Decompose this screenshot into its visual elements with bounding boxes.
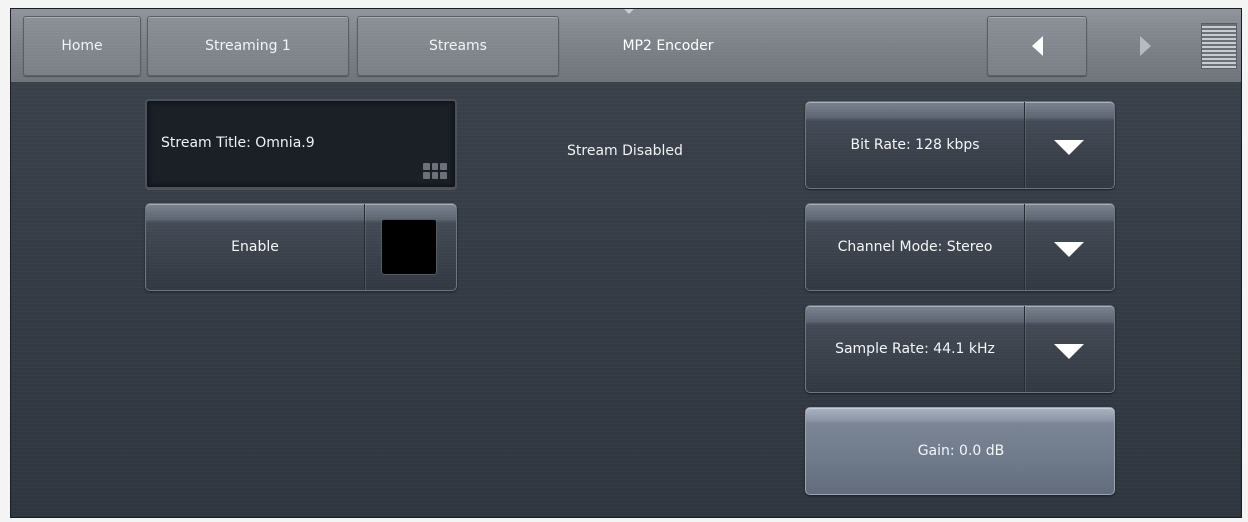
keypad-icon <box>423 163 447 179</box>
encoder-panel: Stream Title: Omnia.9 Enable Stream Disa… <box>11 83 1241 517</box>
triangle-down-icon <box>1054 344 1084 359</box>
arrow-left-icon <box>1031 36 1043 56</box>
stream-status-text: Stream Disabled <box>567 143 683 159</box>
nav-streams-label: Streams <box>429 38 487 54</box>
triangle-down-icon <box>1054 242 1084 257</box>
sample-rate-divider <box>1024 306 1025 392</box>
nav-streaming-label: Streaming 1 <box>205 38 291 54</box>
bit-rate-dropdown[interactable]: Bit Rate: 128 kbps <box>805 101 1115 189</box>
stream-title-field[interactable]: Stream Title: Omnia.9 <box>145 99 457 189</box>
sample-rate-dropdown[interactable]: Sample Rate: 44.1 kHz <box>805 305 1115 393</box>
enable-label: Enable <box>231 239 279 255</box>
enable-button[interactable]: Enable <box>145 203 457 291</box>
enable-checkbox[interactable] <box>381 219 437 275</box>
sample-rate-label: Sample Rate: 44.1 kHz <box>835 341 995 357</box>
menu-lines-icon[interactable] <box>1201 23 1237 69</box>
nav-home-label: Home <box>61 38 103 54</box>
nav-streams-button[interactable]: Streams <box>357 16 559 76</box>
bit-rate-label: Bit Rate: 128 kbps <box>850 137 980 153</box>
channel-mode-divider <box>1024 204 1025 290</box>
nav-home-button[interactable]: Home <box>23 16 141 76</box>
nav-current-label: MP2 Encoder <box>622 38 714 54</box>
bit-rate-divider <box>1024 102 1025 188</box>
enable-divider <box>364 204 365 290</box>
nav-streaming-button[interactable]: Streaming 1 <box>147 16 349 76</box>
back-button[interactable] <box>987 16 1087 76</box>
arrow-right-icon <box>1139 36 1151 56</box>
channel-mode-dropdown[interactable]: Channel Mode: Stereo <box>805 203 1115 291</box>
forward-button[interactable] <box>1095 16 1195 76</box>
nav-current-page: MP2 Encoder <box>567 16 769 76</box>
channel-mode-label: Channel Mode: Stereo <box>837 239 993 255</box>
gain-button[interactable]: Gain: 0.0 dB <box>805 407 1115 495</box>
triangle-down-icon <box>1054 140 1084 155</box>
gain-label: Gain: 0.0 dB <box>917 443 1005 459</box>
app-window: Home Streaming 1 Streams MP2 Encoder Str… <box>10 8 1242 518</box>
navigation-bar: Home Streaming 1 Streams MP2 Encoder <box>11 9 1241 83</box>
stream-title-label: Stream Title: Omnia.9 <box>161 135 315 151</box>
notch-indicator <box>623 9 635 14</box>
